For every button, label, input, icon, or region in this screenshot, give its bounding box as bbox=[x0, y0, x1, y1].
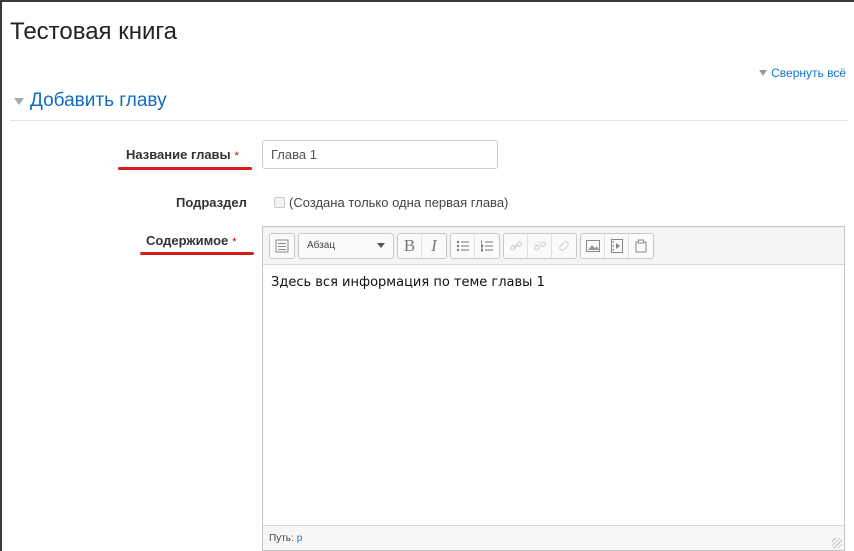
subchapter-checkbox-text: (Создана только одна первая глава) bbox=[289, 195, 509, 210]
manage-files-icon[interactable] bbox=[629, 234, 653, 258]
italic-icon[interactable]: I bbox=[422, 234, 446, 258]
triangle-down-icon bbox=[14, 97, 24, 105]
format-select-value: Абзац bbox=[307, 240, 336, 251]
required-marker: * bbox=[232, 236, 237, 248]
toolbar-group-links bbox=[503, 232, 577, 259]
paragraph-format-select[interactable]: Абзац bbox=[298, 232, 394, 259]
collapse-all-link[interactable]: Свернуть всё bbox=[759, 66, 846, 80]
insert-media-icon[interactable] bbox=[605, 233, 629, 258]
section-header-add-chapter[interactable]: Добавить главу bbox=[14, 90, 167, 112]
content-label: Содержимое * bbox=[146, 233, 237, 248]
anchor-icon[interactable] bbox=[552, 234, 576, 258]
subchapter-checkbox[interactable] bbox=[274, 197, 285, 208]
subchapter-checkbox-row: (Создана только одна первая глава) bbox=[274, 195, 508, 210]
section-title: Добавить главу bbox=[30, 90, 167, 111]
path-element-link[interactable]: p bbox=[297, 533, 303, 544]
toolbar-group-lists bbox=[450, 232, 500, 259]
link-icon[interactable] bbox=[504, 233, 528, 258]
content-editor: Абзац B I Здесь вся информация по теме г… bbox=[262, 226, 845, 551]
chevron-down-icon bbox=[377, 243, 385, 248]
ordered-list-icon[interactable] bbox=[475, 234, 499, 258]
page-title: Тестовая книга bbox=[10, 18, 177, 45]
unordered-list-icon[interactable] bbox=[451, 233, 475, 258]
section-divider bbox=[10, 120, 848, 121]
insert-image-icon[interactable] bbox=[581, 233, 605, 258]
red-underline-annotation bbox=[140, 252, 254, 255]
toolbar-group-toggle bbox=[269, 232, 295, 259]
show-more-buttons-icon[interactable] bbox=[270, 234, 294, 258]
toolbar-group-style: B I bbox=[397, 232, 447, 259]
editor-status-bar: Путь: p bbox=[263, 525, 844, 550]
toolbar-group-media bbox=[580, 232, 654, 259]
resize-handle-icon[interactable] bbox=[832, 538, 842, 548]
bold-icon[interactable]: B bbox=[398, 233, 422, 258]
required-marker: * bbox=[234, 150, 239, 162]
triangle-down-icon bbox=[759, 70, 768, 76]
chapter-title-label: Название главы * bbox=[126, 147, 239, 162]
collapse-all-label: Свернуть всё bbox=[771, 66, 846, 80]
editor-content-area[interactable]: Здесь вся информация по теме главы 1 bbox=[263, 265, 844, 515]
path-label: Путь: bbox=[269, 533, 294, 544]
subchapter-label: Подраздел bbox=[176, 195, 247, 210]
red-underline-annotation bbox=[118, 167, 252, 170]
chapter-title-input[interactable] bbox=[262, 140, 498, 169]
editor-toolbar: Абзац B I bbox=[263, 227, 844, 265]
unlink-icon[interactable] bbox=[528, 233, 552, 258]
